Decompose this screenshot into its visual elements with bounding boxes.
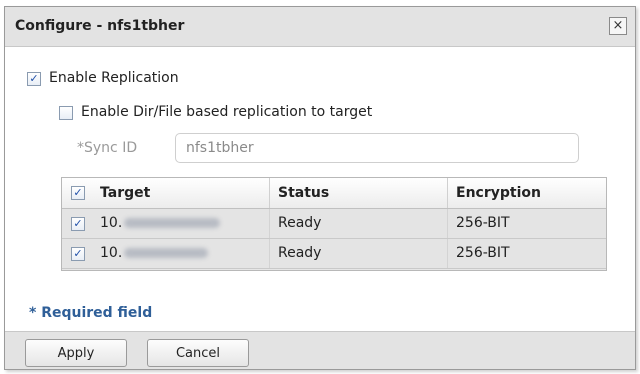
table-header: Target Status Encryption [62,178,606,209]
enable-dirfile-checkbox[interactable] [59,106,73,120]
apply-button[interactable]: Apply [25,339,127,367]
dialog-title: Configure - nfs1tbher [15,18,185,34]
column-header-encryption[interactable]: Encryption [448,178,606,208]
target-value: 10. [100,245,123,261]
status-cell: Ready [270,209,448,238]
cancel-button[interactable]: Cancel [147,339,249,367]
status-cell: Ready [270,239,448,268]
sync-id-field[interactable] [175,133,579,163]
select-all-checkbox[interactable] [71,186,85,200]
redacted-address [124,248,209,258]
enable-replication-checkbox[interactable] [27,72,41,86]
enable-dirfile-label: Enable Dir/File based replication to tar… [81,104,373,120]
sync-id-label: *Sync ID [77,140,138,156]
enable-replication-label: Enable Replication [49,70,179,86]
dialog-footer: Apply Cancel [5,331,635,369]
column-header-target[interactable]: Target [92,178,270,208]
redacted-address [124,218,221,228]
row-checkbox[interactable] [71,247,85,261]
encryption-cell: 256-BIT [456,215,510,231]
target-cell: 10. [92,239,270,268]
encryption-cell: 256-BIT [456,245,510,261]
table-row[interactable]: 10. Ready 256-BIT [62,209,606,239]
configure-dialog: Configure - nfs1tbher × Enable Replicati… [4,6,636,370]
target-cell: 10. [92,209,270,238]
title-bar[interactable]: Configure - nfs1tbher × [5,7,635,47]
target-value: 10. [100,215,123,231]
required-field-note: * Required field [29,305,153,321]
row-checkbox[interactable] [71,217,85,231]
close-icon[interactable]: × [609,17,627,35]
targets-table: Target Status Encryption 10. Ready 256-B… [61,177,607,271]
table-row[interactable]: 10. Ready 256-BIT [62,239,606,269]
column-header-status[interactable]: Status [270,178,448,208]
